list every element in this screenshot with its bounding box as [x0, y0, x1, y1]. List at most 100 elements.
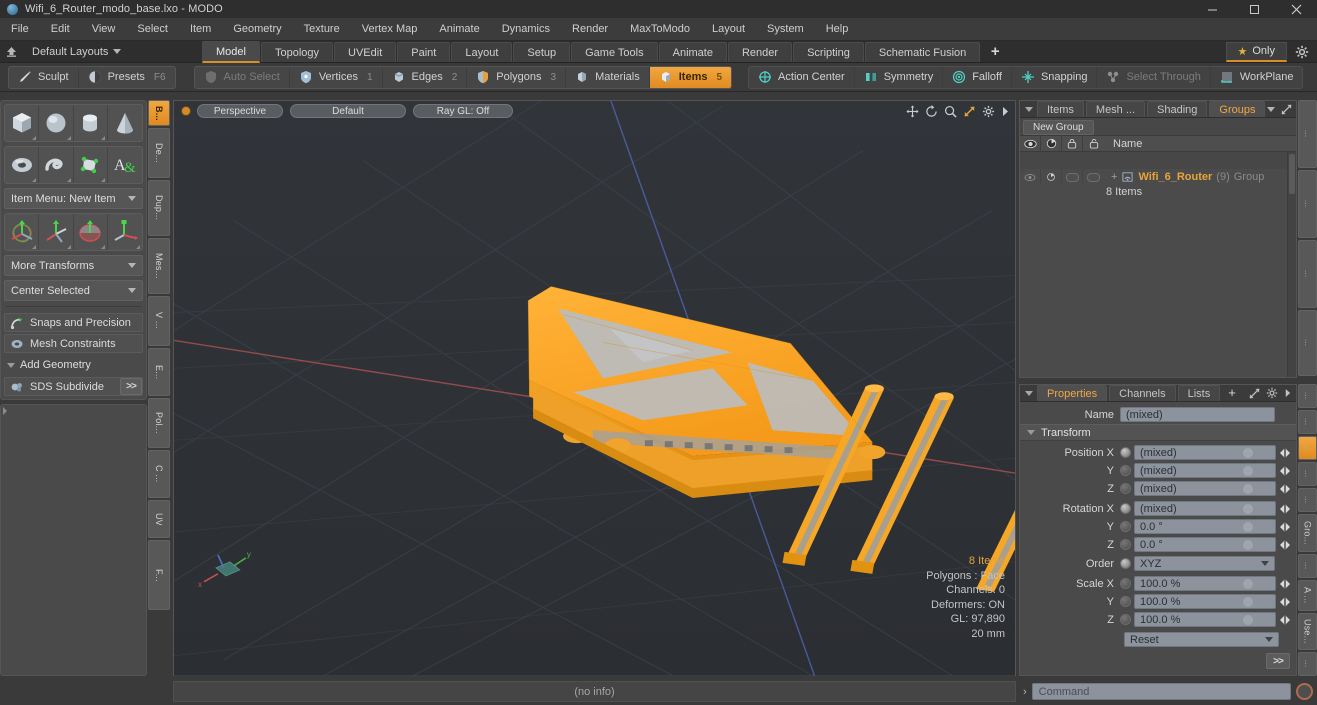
position-z-key-dot[interactable]: [1120, 483, 1131, 494]
selectable-icon[interactable]: [1083, 135, 1104, 152]
position-y-field[interactable]: (mixed): [1134, 463, 1276, 478]
pvtab-5[interactable]: ...: [1298, 487, 1317, 512]
home-icon[interactable]: [0, 41, 22, 63]
menu-system[interactable]: System: [756, 18, 815, 41]
name-field[interactable]: (mixed): [1120, 407, 1275, 422]
order-dropdown[interactable]: XYZ: [1134, 556, 1275, 571]
row-name-cell[interactable]: + Wifi_6_Router (9) Group: [1104, 171, 1287, 183]
workplane-button[interactable]: WorkPlane: [1211, 67, 1303, 88]
order-key-dot[interactable]: [1120, 558, 1131, 569]
cube-icon[interactable]: [5, 105, 40, 141]
more-transforms-dropdown[interactable]: More Transforms: [4, 255, 143, 276]
zoom-icon[interactable]: [944, 105, 957, 118]
scale-z-key-dot[interactable]: [1120, 614, 1131, 625]
command-caret-icon[interactable]: ›: [1019, 686, 1027, 698]
position-z-stepper[interactable]: [1277, 481, 1292, 496]
tab-lists[interactable]: Lists: [1177, 385, 1221, 401]
row-visibility-toggle[interactable]: [1020, 169, 1041, 185]
add-geometry-group-header[interactable]: Add Geometry: [4, 356, 143, 374]
polygons-button[interactable]: Polygons 3: [467, 66, 567, 88]
sculpt-button[interactable]: Sculpt: [9, 66, 79, 88]
reset-dropdown[interactable]: Reset: [1124, 632, 1279, 647]
menu-layout[interactable]: Layout: [701, 18, 756, 41]
vtab-polygon[interactable]: Pol...: [148, 398, 170, 448]
pvtab-a[interactable]: A ...: [1298, 580, 1317, 612]
rvtab-2[interactable]: ...: [1298, 170, 1317, 238]
position-y-stepper[interactable]: [1277, 463, 1292, 478]
vtab-basic[interactable]: B...: [148, 100, 170, 126]
tab-uvedit[interactable]: UVEdit: [334, 41, 397, 62]
new-group-button[interactable]: New Group: [1023, 120, 1094, 135]
sphere-icon[interactable]: [39, 105, 74, 141]
menu-vertex-map[interactable]: Vertex Map: [351, 18, 429, 41]
add-tab-button[interactable]: +: [981, 41, 1009, 63]
panel-menu-icon[interactable]: [1025, 107, 1033, 112]
position-x-stepper[interactable]: [1277, 445, 1292, 460]
vertices-button[interactable]: Vertices 1: [290, 66, 383, 88]
auto-select-button[interactable]: Auto Select: [195, 66, 290, 88]
groups-scrollbar[interactable]: [1287, 152, 1296, 377]
menu-maxtomodo[interactable]: MaxToModo: [619, 18, 701, 41]
arrow-right-icon[interactable]: [1001, 106, 1009, 117]
viewport-menu-dot[interactable]: [182, 107, 190, 115]
scale-y-field[interactable]: 100.0 %: [1134, 594, 1276, 609]
tab-channels[interactable]: Channels: [1109, 385, 1176, 401]
mesh-icon[interactable]: [74, 147, 108, 183]
vtab-vertex[interactable]: V ...: [148, 296, 170, 346]
select-through-button[interactable]: Select Through: [1097, 66, 1211, 88]
row-render-toggle[interactable]: [1041, 169, 1062, 185]
render-icon[interactable]: [1041, 135, 1062, 152]
rotation-z-key-dot[interactable]: [1120, 539, 1131, 550]
scale-z-stepper[interactable]: [1277, 612, 1292, 627]
scale-x-field[interactable]: 100.0 %: [1134, 576, 1276, 591]
vtab-command[interactable]: C ...: [148, 450, 170, 498]
default-layouts-dropdown[interactable]: Default Layouts: [22, 41, 202, 63]
menu-select[interactable]: Select: [126, 18, 179, 41]
rotation-x-field[interactable]: (mixed): [1134, 501, 1276, 516]
torus-icon[interactable]: [5, 147, 40, 183]
menu-item[interactable]: Item: [179, 18, 222, 41]
position-y-key-dot[interactable]: [1120, 465, 1131, 476]
tab-topology[interactable]: Topology: [260, 41, 334, 62]
rotation-x-key-dot[interactable]: [1120, 503, 1131, 514]
left-panel-expand-button[interactable]: >>: [120, 378, 142, 395]
rvtab-3[interactable]: ...: [1298, 240, 1317, 308]
menu-geometry[interactable]: Geometry: [222, 18, 292, 41]
rotation-x-stepper[interactable]: [1277, 501, 1292, 516]
pvtab-2[interactable]: ...: [1298, 409, 1317, 434]
transform-icon[interactable]: [108, 214, 142, 250]
rotation-y-stepper[interactable]: [1277, 519, 1292, 534]
properties-expand-button[interactable]: >>: [1266, 653, 1290, 669]
expand-icon[interactable]: [1281, 104, 1293, 115]
row-select-toggle[interactable]: [1083, 169, 1104, 185]
symmetry-button[interactable]: Symmetry: [855, 66, 944, 88]
menu-animate[interactable]: Animate: [428, 18, 490, 41]
spiral-icon[interactable]: [39, 147, 74, 183]
vtab-mesh-edit[interactable]: Mes...: [148, 238, 170, 294]
expand-toggle[interactable]: +: [1111, 171, 1117, 183]
panel-menu-icon[interactable]: [1025, 391, 1033, 396]
tab-groups[interactable]: Groups: [1209, 101, 1266, 117]
expand-icon[interactable]: [1249, 387, 1260, 399]
tab-items[interactable]: Items: [1037, 101, 1084, 117]
close-icon[interactable]: [1275, 0, 1317, 18]
presets-button[interactable]: Sculpt Presets F6: [79, 67, 175, 88]
pvtab-1[interactable]: ...: [1298, 384, 1317, 408]
scale-y-stepper[interactable]: [1277, 594, 1292, 609]
viewport-3d[interactable]: x y Perspective Default Ray GL: Off 8 It…: [173, 100, 1016, 676]
pvtab-user[interactable]: Use...: [1298, 613, 1317, 651]
command-input[interactable]: Command: [1031, 683, 1291, 700]
tab-animate[interactable]: Animate: [658, 41, 727, 62]
action-center-button[interactable]: Action Center: [749, 66, 855, 88]
record-icon[interactable]: [1296, 683, 1313, 700]
menu-file[interactable]: File: [0, 18, 40, 41]
rotation-y-key-dot[interactable]: [1120, 521, 1131, 532]
scale-y-key-dot[interactable]: [1120, 596, 1131, 607]
tab-setup[interactable]: Setup: [513, 41, 571, 62]
vtab-fusion[interactable]: F...: [148, 540, 170, 610]
pan-icon[interactable]: [906, 105, 919, 118]
snaps-and-precision-button[interactable]: Snaps and Precision: [4, 313, 143, 332]
arrow-right-icon[interactable]: [1284, 388, 1291, 398]
rotation-y-field[interactable]: 0.0 °: [1134, 519, 1276, 534]
rotate-icon[interactable]: [39, 214, 74, 250]
